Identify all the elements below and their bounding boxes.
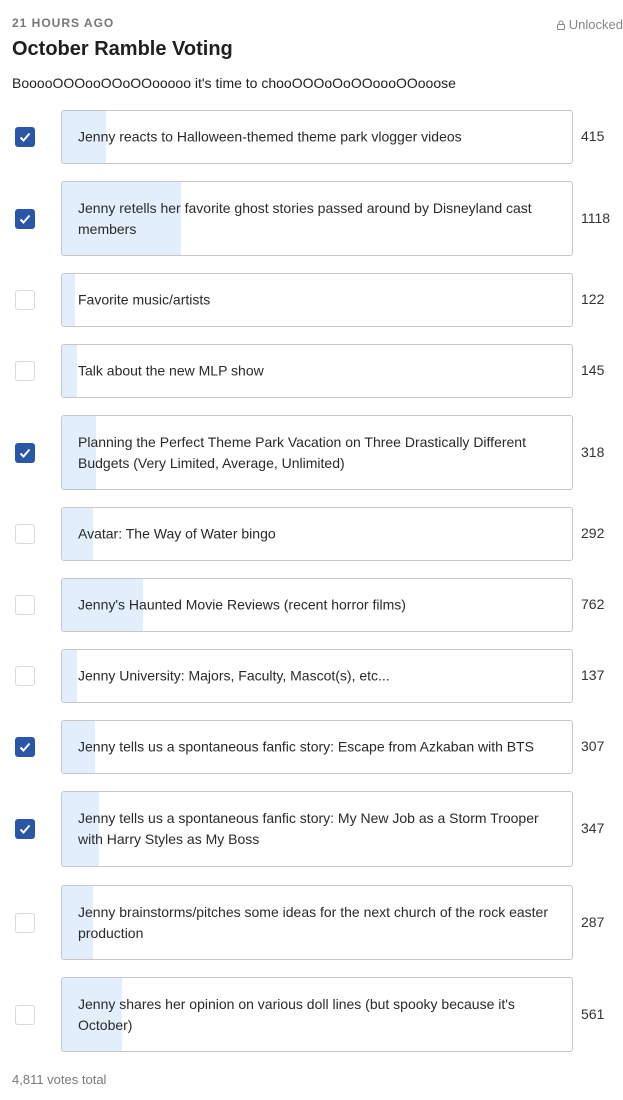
option-box[interactable]: Jenny tells us a spontaneous fanfic stor… xyxy=(61,791,573,867)
option-checkbox[interactable] xyxy=(15,361,35,381)
option-box[interactable]: Favorite music/artists xyxy=(61,273,573,327)
poll-option[interactable]: Planning the Perfect Theme Park Vacation… xyxy=(0,415,623,490)
option-label: Avatar: The Way of Water bingo xyxy=(78,525,276,542)
option-checkbox[interactable] xyxy=(15,595,35,615)
poll-option[interactable]: Favorite music/artists 122 xyxy=(0,273,623,327)
option-label: Talk about the new MLP show xyxy=(78,362,264,379)
option-checkbox[interactable] xyxy=(15,208,35,229)
poll-option[interactable]: Jenny tells us a spontaneous fanfic stor… xyxy=(0,791,623,867)
option-checkbox[interactable] xyxy=(15,912,35,933)
option-checkbox[interactable] xyxy=(15,290,35,310)
option-box[interactable]: Talk about the new MLP show xyxy=(61,344,573,398)
vote-count: 561 xyxy=(581,1005,605,1022)
option-box[interactable]: Avatar: The Way of Water bingo xyxy=(61,507,573,561)
checkmark-icon xyxy=(19,742,31,752)
poll-option[interactable]: Jenny retells her favorite ghost stories… xyxy=(0,181,623,256)
votes-total: 4,811 votes total xyxy=(12,1072,107,1087)
option-box[interactable]: Jenny shares her opinion on various doll… xyxy=(61,977,573,1052)
poll-option[interactable]: Jenny shares her opinion on various doll… xyxy=(0,977,623,1052)
lock-status: Unlocked xyxy=(556,17,623,32)
lock-icon xyxy=(556,20,565,30)
vote-count: 347 xyxy=(581,820,605,836)
option-label: Jenny retells her favorite ghost stories… xyxy=(78,199,532,237)
option-checkbox[interactable] xyxy=(15,737,35,757)
option-box[interactable]: Jenny's Haunted Movie Reviews (recent ho… xyxy=(61,578,573,632)
poll-option[interactable]: Jenny tells us a spontaneous fanfic stor… xyxy=(0,720,623,774)
option-label: Jenny's Haunted Movie Reviews (recent ho… xyxy=(78,596,406,613)
post-timestamp: 21 HOURS AGO xyxy=(12,16,115,30)
vote-count: 292 xyxy=(581,525,605,541)
option-checkbox[interactable] xyxy=(15,127,35,147)
vote-count: 762 xyxy=(581,596,605,612)
vote-bar xyxy=(62,345,77,397)
vote-count: 137 xyxy=(581,667,605,683)
option-label: Planning the Perfect Theme Park Vacation… xyxy=(78,433,526,471)
option-checkbox[interactable] xyxy=(15,666,35,686)
poll-option[interactable]: Avatar: The Way of Water bingo 292 xyxy=(0,507,623,561)
poll-option[interactable]: Jenny University: Majors, Faculty, Masco… xyxy=(0,649,623,703)
option-box[interactable]: Planning the Perfect Theme Park Vacation… xyxy=(61,415,573,490)
poll-option[interactable]: Talk about the new MLP show 145 xyxy=(0,344,623,398)
checkmark-icon xyxy=(19,214,31,224)
vote-count: 145 xyxy=(581,362,605,378)
option-checkbox[interactable] xyxy=(15,442,35,463)
poll-option[interactable]: Jenny's Haunted Movie Reviews (recent ho… xyxy=(0,578,623,632)
option-label: Jenny University: Majors, Faculty, Masco… xyxy=(78,667,390,684)
checkmark-icon xyxy=(19,824,31,834)
option-label: Jenny reacts to Halloween-themed theme p… xyxy=(78,128,462,145)
vote-count: 1118 xyxy=(581,209,611,226)
option-label: Jenny tells us a spontaneous fanfic stor… xyxy=(78,810,539,847)
option-box[interactable]: Jenny University: Majors, Faculty, Masco… xyxy=(61,649,573,703)
vote-count: 318 xyxy=(581,443,605,460)
vote-bar xyxy=(62,274,75,326)
vote-count: 307 xyxy=(581,738,605,754)
vote-count: 122 xyxy=(581,291,605,307)
option-label: Favorite music/artists xyxy=(78,291,211,308)
vote-bar xyxy=(62,650,77,702)
option-label: Jenny brainstorms/pitches some ideas for… xyxy=(78,903,549,941)
option-checkbox[interactable] xyxy=(15,819,35,839)
option-box[interactable]: Jenny tells us a spontaneous fanfic stor… xyxy=(61,720,573,774)
option-box[interactable]: Jenny retells her favorite ghost stories… xyxy=(61,181,573,256)
poll-option[interactable]: Jenny reacts to Halloween-themed theme p… xyxy=(0,110,623,164)
option-box[interactable]: Jenny brainstorms/pitches some ideas for… xyxy=(61,885,573,960)
option-box[interactable]: Jenny reacts to Halloween-themed theme p… xyxy=(61,110,573,164)
option-checkbox[interactable] xyxy=(15,524,35,544)
poll-title: October Ramble Voting xyxy=(12,38,233,60)
vote-count: 415 xyxy=(581,128,605,144)
poll-option[interactable]: Jenny brainstorms/pitches some ideas for… xyxy=(0,885,623,960)
option-label: Jenny shares her opinion on various doll… xyxy=(78,995,515,1033)
vote-count: 287 xyxy=(581,913,605,930)
option-label: Jenny tells us a spontaneous fanfic stor… xyxy=(78,738,535,755)
lock-status-label: Unlocked xyxy=(568,17,623,32)
poll-description: BooooOOOooOOoOOooooo it's time to chooOO… xyxy=(12,75,456,91)
checkmark-icon xyxy=(19,132,31,142)
checkmark-icon xyxy=(19,448,31,458)
option-checkbox[interactable] xyxy=(15,1004,35,1025)
